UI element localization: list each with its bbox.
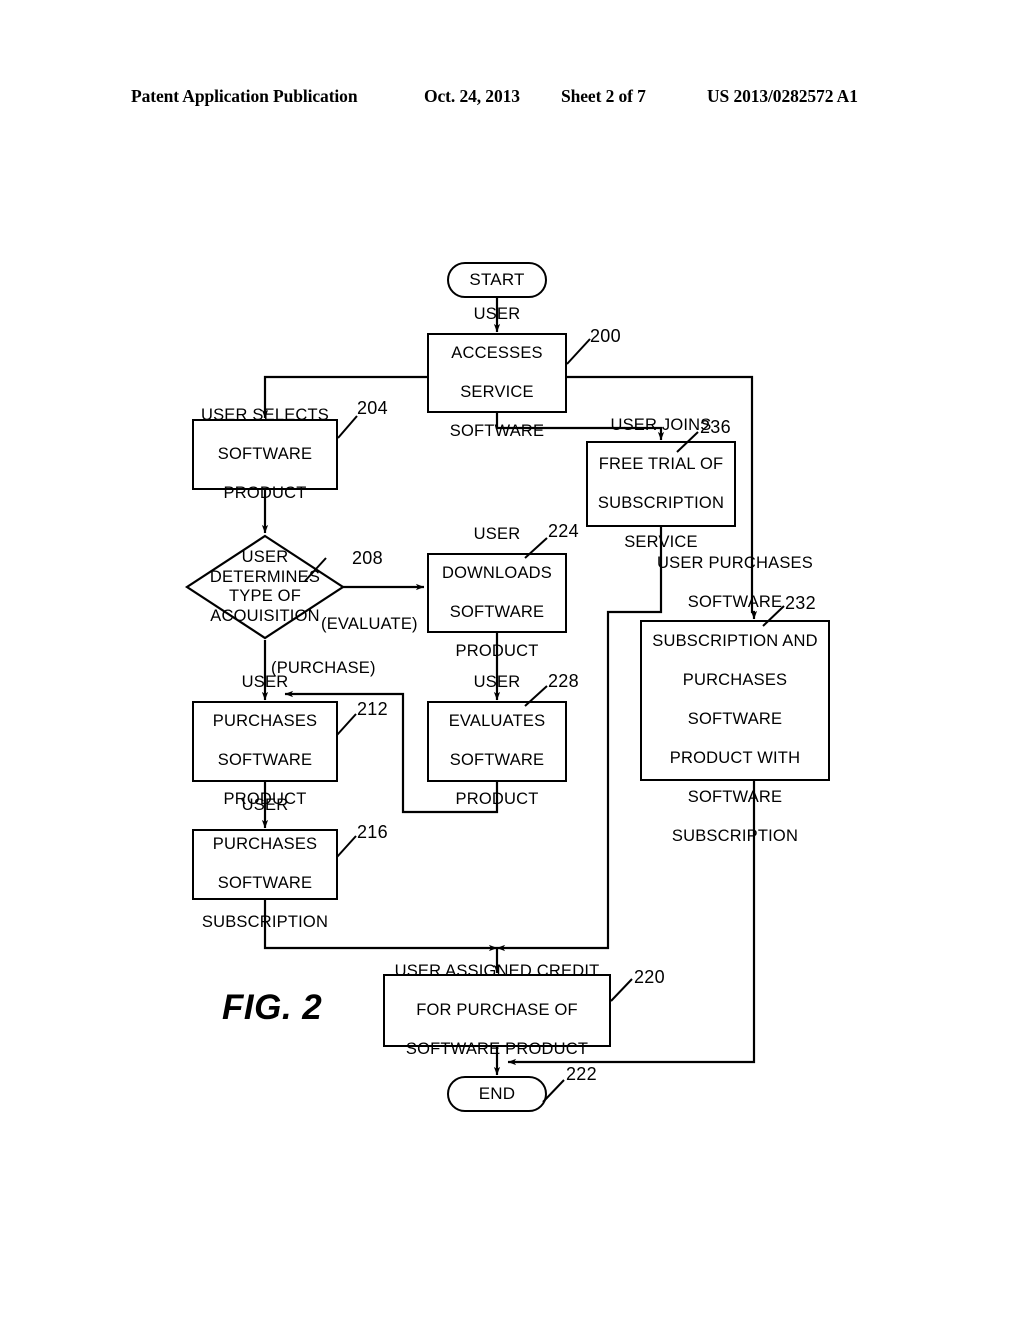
node-228-label: USER EVALUATES SOFTWARE PRODUCT bbox=[448, 673, 546, 809]
node-user-joins-free-trial: USER JOINS FREE TRIAL OF SUBSCRIPTION SE… bbox=[586, 416, 736, 551]
patent-page: Patent Application Publication Oct. 24, … bbox=[0, 0, 1024, 1320]
ref-208: 208 bbox=[352, 548, 383, 568]
node-user-purchases-software-subscription: USER PURCHASES SOFTWARE SUBSCRIPTION bbox=[192, 796, 338, 931]
node-224-label: USER DOWNLOADS SOFTWARE PRODUCT bbox=[442, 524, 552, 660]
ref-212: 212 bbox=[357, 699, 388, 719]
ref-216: 216 bbox=[357, 822, 388, 842]
node-end: END bbox=[447, 1076, 547, 1112]
ref-232: 232 bbox=[785, 593, 816, 613]
node-212-label: USER PURCHASES SOFTWARE PRODUCT bbox=[212, 673, 318, 809]
ref-220: 220 bbox=[634, 967, 665, 987]
node-user-purchases-subscription-and-product: USER PURCHASES SOFTWARE SUBSCRIPTION AND… bbox=[640, 554, 830, 845]
node-200-label: USER ACCESSES SERVICE SOFTWARE bbox=[449, 304, 545, 440]
ref-204: 204 bbox=[357, 398, 388, 418]
node-user-assigned-credit: USER ASSIGNED CREDIT FOR PURCHASE OF SOF… bbox=[383, 962, 611, 1058]
node-user-downloads-software-product: USER DOWNLOADS SOFTWARE PRODUCT bbox=[427, 525, 567, 660]
node-user-selects-software-product: USER SELECTS SOFTWARE PRODUCT bbox=[192, 406, 338, 502]
node-204-label: USER SELECTS SOFTWARE PRODUCT bbox=[200, 405, 330, 502]
node-start-label: START bbox=[469, 270, 525, 290]
node-216-label: USER PURCHASES SOFTWARE SUBSCRIPTION bbox=[201, 796, 329, 932]
ref-224: 224 bbox=[548, 521, 579, 541]
ref-236: 236 bbox=[700, 417, 731, 437]
node-user-purchases-software-product: USER PURCHASES SOFTWARE PRODUCT bbox=[192, 673, 338, 808]
node-220-label: USER ASSIGNED CREDIT FOR PURCHASE OF SOF… bbox=[394, 961, 600, 1058]
node-end-label: END bbox=[478, 1084, 516, 1104]
branch-label-evaluate: (EVALUATE) bbox=[321, 615, 418, 633]
branch-label-purchase: (PURCHASE) bbox=[271, 659, 376, 677]
node-start: START bbox=[447, 262, 547, 298]
node-user-evaluates-software-product: USER EVALUATES SOFTWARE PRODUCT bbox=[427, 673, 567, 808]
node-user-accesses-service-software: USER ACCESSES SERVICE SOFTWARE bbox=[427, 305, 567, 440]
ref-228: 228 bbox=[548, 671, 579, 691]
ref-200: 200 bbox=[590, 326, 621, 346]
ref-222: 222 bbox=[566, 1064, 597, 1084]
